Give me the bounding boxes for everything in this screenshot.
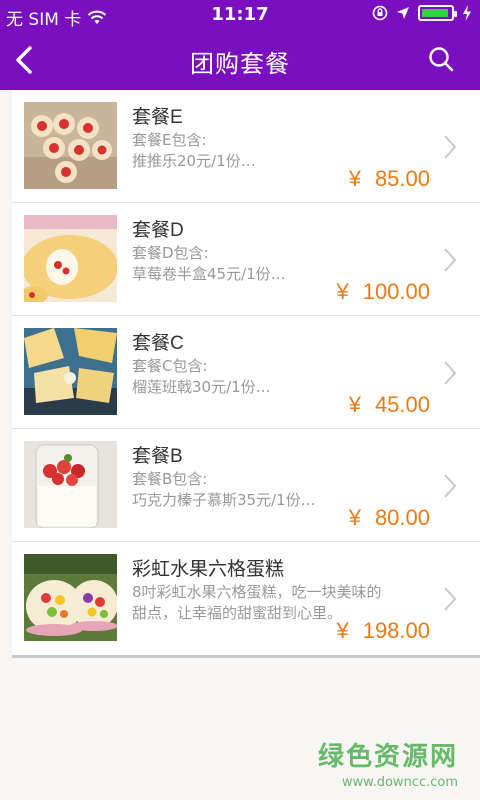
list-item[interactable]: 套餐D 套餐D包含: 草莓卷半盒45元/1份… ¥100.00 <box>12 203 480 316</box>
item-desc-line: 套餐C包含: <box>132 357 208 375</box>
product-thumbnail <box>24 554 117 641</box>
chevron-right-icon <box>444 587 457 611</box>
item-desc-line: 套餐E包含: <box>132 131 207 149</box>
battery-icon <box>418 5 457 21</box>
price-value: 85.00 <box>374 166 430 191</box>
location-arrow-icon <box>397 7 409 19</box>
item-desc-line: 套餐D包含: <box>132 244 209 262</box>
item-title: 套餐D <box>132 220 184 241</box>
item-price: ¥80.00 <box>349 505 430 531</box>
currency-symbol: ¥ <box>336 279 349 304</box>
watermark-logo-text: 绿色资源网 <box>317 742 458 772</box>
item-price: ¥100.00 <box>336 279 430 305</box>
product-thumbnail <box>24 328 117 415</box>
currency-symbol: ¥ <box>336 618 349 643</box>
item-title: 套餐E <box>132 107 183 128</box>
currency-symbol: ¥ <box>348 166 361 191</box>
chevron-right-icon <box>444 135 457 159</box>
search-button[interactable] <box>424 42 460 78</box>
rotation-lock-icon <box>372 5 388 21</box>
price-value: 80.00 <box>374 505 430 530</box>
nav-bar: 团购套餐 <box>0 30 480 90</box>
currency-symbol: ¥ <box>348 505 361 530</box>
item-desc-line: 套餐B包含: <box>132 470 208 488</box>
price-value: 100.00 <box>362 279 430 304</box>
item-price: ¥45.00 <box>349 392 430 418</box>
list-item[interactable]: 套餐B 套餐B包含: 巧克力榛子慕斯35元/1份… ¥80.00 <box>12 429 480 542</box>
item-title: 套餐B <box>132 446 183 467</box>
page-title: 团购套餐 <box>190 50 290 78</box>
list-item[interactable]: 彩虹水果六格蛋糕 8吋彩虹水果六格蛋糕，吃一块美味的 甜点，让幸福的甜蜜甜到心里… <box>12 542 480 655</box>
list-item[interactable]: 套餐C 套餐C包含: 榴莲班戟30元/1份… ¥45.00 <box>12 316 480 429</box>
product-thumbnail <box>24 441 117 528</box>
product-thumbnail <box>24 215 117 302</box>
item-price: ¥198.00 <box>336 618 430 644</box>
status-right <box>372 5 472 21</box>
price-value: 45.00 <box>374 392 430 417</box>
charging-bolt-icon <box>463 5 471 21</box>
item-desc-line: 8吋彩虹水果六格蛋糕，吃一块美味的 <box>132 583 382 601</box>
chevron-right-icon <box>444 248 457 272</box>
package-list: 套餐E 套餐E包含: 推推乐20元/1份… ¥85.00 套餐D 套餐D包含: … <box>12 90 480 658</box>
watermark-url: www.downcc.com <box>341 775 458 790</box>
header: 无 SIM 卡 11:17 团购套餐 <box>0 0 480 90</box>
search-icon <box>429 47 454 72</box>
chevron-right-icon <box>444 474 457 498</box>
product-thumbnail <box>24 102 117 189</box>
watermark: 绿色资源网 www.downcc.com <box>318 736 458 790</box>
item-title: 套餐C <box>132 333 184 354</box>
list-item[interactable]: 套餐E 套餐E包含: 推推乐20元/1份… ¥85.00 <box>12 90 480 203</box>
item-title: 彩虹水果六格蛋糕 <box>132 559 285 580</box>
price-value: 198.00 <box>362 618 430 643</box>
item-price: ¥85.00 <box>349 166 430 192</box>
status-bar: 无 SIM 卡 11:17 <box>0 0 480 30</box>
currency-symbol: ¥ <box>348 392 361 417</box>
chevron-right-icon <box>444 361 457 385</box>
